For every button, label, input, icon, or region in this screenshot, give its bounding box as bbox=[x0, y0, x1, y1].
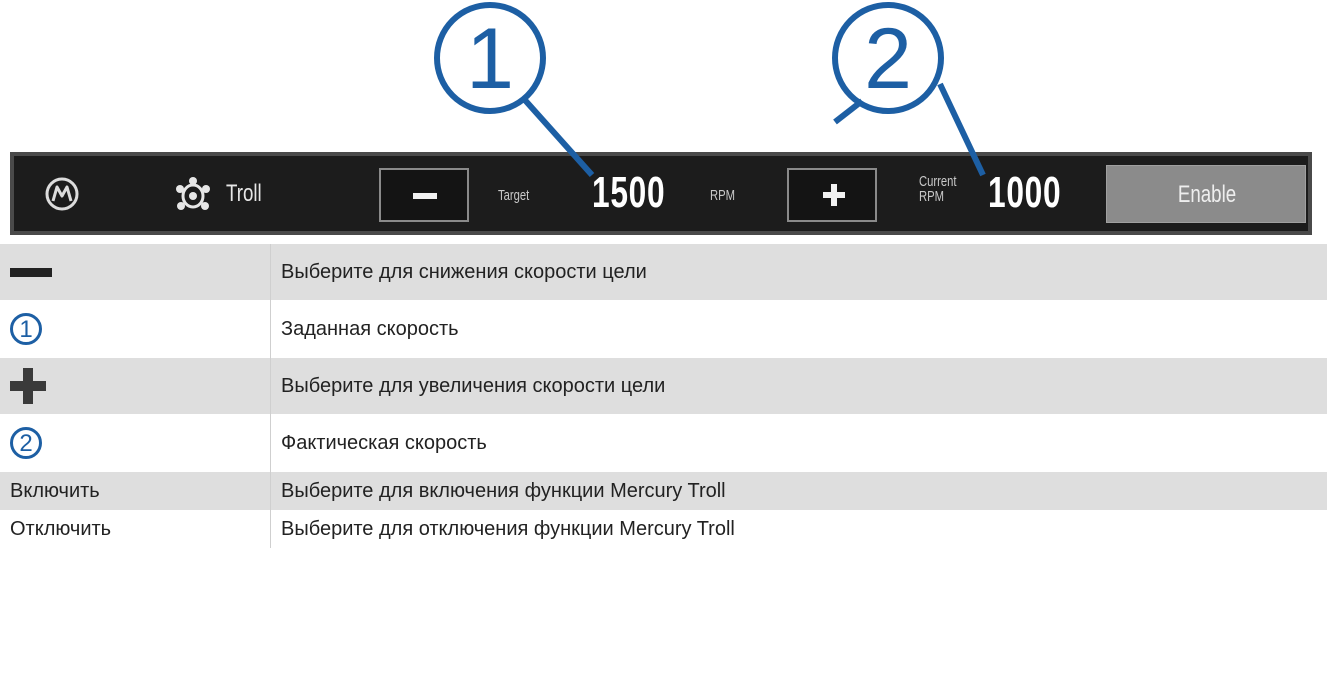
enable-button-label: Enable bbox=[1177, 181, 1237, 208]
row-description: Выберите для включения функции Mercury T… bbox=[270, 472, 1327, 510]
table-row: 2 Фактическая скорость bbox=[0, 414, 1327, 472]
rpm-unit-label: RPM bbox=[710, 187, 736, 204]
target-rpm-value: 1500 bbox=[592, 168, 666, 217]
decrease-target-button[interactable] bbox=[379, 168, 469, 222]
row-description: Выберите для снижения скорости цели bbox=[270, 244, 1327, 300]
enable-button[interactable]: Enable bbox=[1106, 165, 1306, 223]
row-description: Выберите для отключения функции Mercury … bbox=[281, 517, 735, 540]
table-row: Включить Выберите для включения функции … bbox=[0, 472, 1327, 510]
row-label: Отключить bbox=[0, 510, 271, 548]
mercury-logo-icon bbox=[45, 177, 79, 211]
legend-table: Выберите для снижения скорости цели 1 За… bbox=[0, 244, 1327, 548]
table-row: 1 Заданная скорость bbox=[0, 300, 1327, 358]
increase-target-button[interactable] bbox=[787, 168, 877, 222]
minus-icon bbox=[413, 193, 437, 199]
turtle-icon bbox=[176, 177, 210, 210]
callout-2-icon: 2 bbox=[10, 427, 42, 459]
table-row: Выберите для увеличения скорости цели bbox=[0, 358, 1327, 414]
plus-icon bbox=[10, 368, 46, 404]
callout-2-number: 2 bbox=[864, 11, 912, 107]
row-description: Заданная скорость bbox=[281, 317, 459, 340]
current-rpm-label: Current RPM bbox=[919, 173, 957, 205]
callout-leaders bbox=[434, 2, 986, 178]
row-description: Фактическая скорость bbox=[281, 431, 487, 454]
target-label: Target bbox=[498, 187, 530, 204]
troll-control-toolbar: Troll Target 1500 RPM Current RPM 1000 E… bbox=[10, 152, 1312, 235]
troll-mode-label: Troll bbox=[226, 180, 262, 207]
callout-1-icon: 1 bbox=[10, 313, 42, 345]
minus-icon bbox=[10, 267, 52, 277]
current-rpm-value: 1000 bbox=[988, 168, 1062, 217]
callout-1-number: 1 bbox=[466, 11, 514, 107]
table-row: Отключить Выберите для отключения функци… bbox=[0, 510, 1327, 548]
table-row: Выберите для снижения скорости цели bbox=[0, 244, 1327, 300]
row-label: Включить bbox=[0, 472, 271, 510]
row-description: Выберите для увеличения скорости цели bbox=[270, 358, 1327, 414]
